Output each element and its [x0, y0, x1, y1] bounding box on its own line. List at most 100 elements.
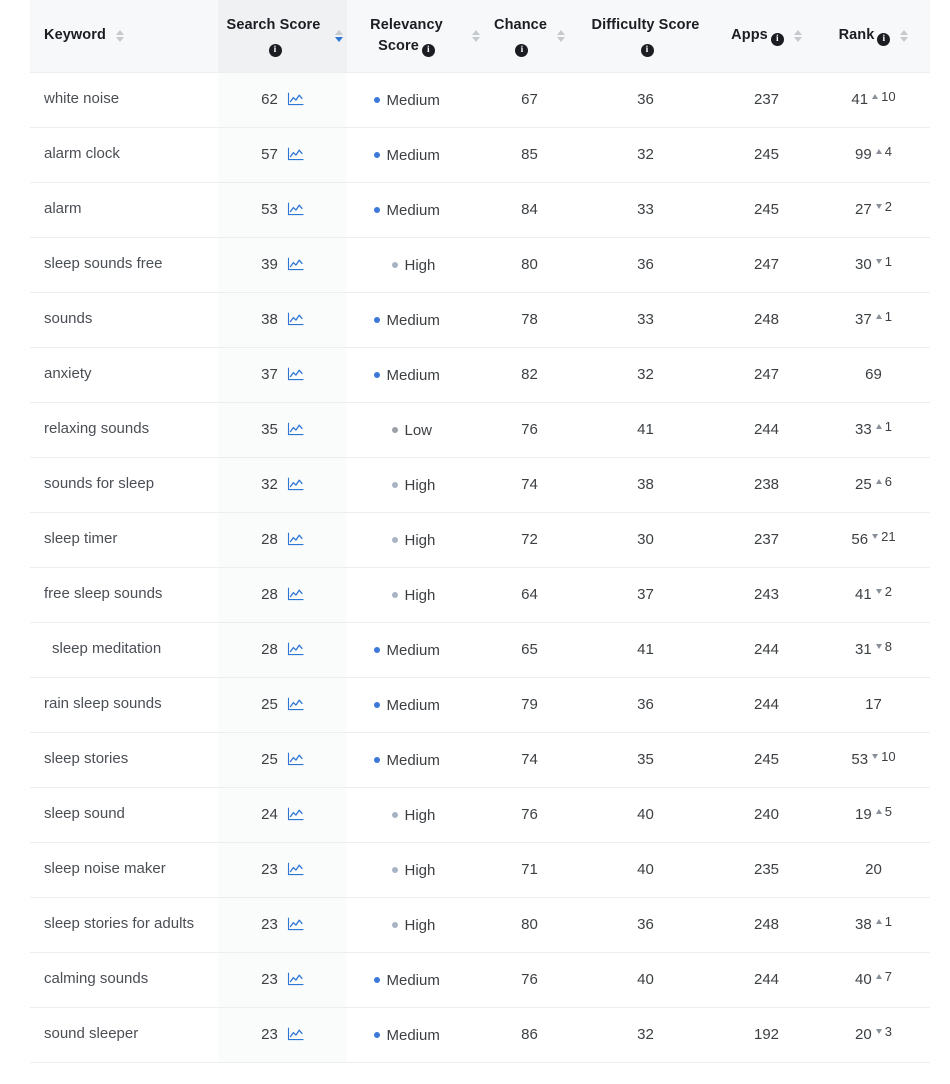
line-chart-icon[interactable]: [287, 202, 304, 217]
rank-value: 31: [855, 640, 872, 658]
line-chart-icon[interactable]: [287, 477, 304, 492]
column-header-relevancy-score[interactable]: Relevancy Score i: [347, 0, 484, 73]
table-row[interactable]: free sleep sounds 28 High 64 37 243 41 2: [30, 567, 930, 623]
line-chart-icon[interactable]: [287, 1027, 304, 1042]
table-row[interactable]: rain sleep sounds 25 Medium 79 36 244 17: [30, 677, 930, 733]
table-row[interactable]: sleep meditation 28 Medium 65 41 244 31 8: [30, 622, 930, 678]
line-chart-icon[interactable]: [287, 147, 304, 162]
table-row[interactable]: calming sounds 23 Medium 76 40 244 40 7: [30, 952, 930, 1008]
column-header-keyword[interactable]: Keyword: [30, 0, 218, 73]
line-chart-icon[interactable]: [287, 587, 304, 602]
relevancy-dot-icon: [391, 867, 398, 874]
relevancy-dot-icon: [391, 922, 398, 929]
rank-delta-value: 2: [884, 198, 892, 214]
relevancy-dot-icon: [373, 647, 380, 654]
line-chart-icon[interactable]: [287, 752, 304, 767]
cell-keyword[interactable]: anxiety: [30, 347, 218, 403]
sort-toggle-relevancy-score[interactable]: [472, 29, 480, 42]
info-icon-relevancy-score[interactable]: i: [421, 43, 435, 57]
line-chart-icon[interactable]: [287, 92, 304, 107]
sort-toggle-chance[interactable]: [556, 29, 565, 42]
relevancy-label: Medium: [386, 366, 440, 384]
rank-delta-value: 3: [884, 1023, 892, 1039]
cell-keyword[interactable]: free sleep sounds: [30, 567, 218, 623]
line-chart-icon[interactable]: [287, 697, 304, 712]
table-row[interactable]: sleep noise maker 23 High 71 40 235 20: [30, 842, 930, 898]
cell-difficulty-score: 35: [575, 732, 716, 788]
column-label-rank-text: Rank: [838, 27, 875, 44]
table-row[interactable]: sounds 38 Medium 78 33 248 37 1: [30, 292, 930, 348]
table-row[interactable]: white noise 62 Medium 67 36 237 41 10: [30, 72, 930, 128]
column-header-chance[interactable]: Chance i: [484, 0, 575, 73]
table-row[interactable]: sounds for sleep 32 High 74 38 238 25 6: [30, 457, 930, 513]
line-chart-icon[interactable]: [287, 312, 304, 327]
table-row[interactable]: sound sleeper 23 Medium 86 32 192 20 3: [30, 1007, 930, 1063]
cell-keyword[interactable]: white noise: [30, 72, 218, 128]
column-label-difficulty-score: Difficulty Score i: [592, 15, 700, 57]
cell-rank: 56 21: [817, 512, 930, 568]
table-row[interactable]: relaxing sounds 35 Low 76 41 244 33 1: [30, 402, 930, 458]
table-row[interactable]: alarm clock 57 Medium 85 32 245 99 4: [30, 127, 930, 183]
cell-apps: 235: [716, 842, 817, 898]
cell-apps: 245: [716, 182, 817, 238]
table-row[interactable]: alarm 53 Medium 84 33 245 27 2: [30, 182, 930, 238]
cell-apps: 244: [716, 402, 817, 458]
cell-keyword[interactable]: relaxing sounds: [30, 402, 218, 458]
column-header-difficulty-score[interactable]: Difficulty Score i: [575, 0, 716, 73]
line-chart-icon[interactable]: [287, 917, 304, 932]
search-score-value: 23: [261, 971, 278, 988]
sort-toggle-search-score[interactable]: [335, 29, 343, 42]
cell-relevancy-score: Medium: [347, 347, 484, 403]
line-chart-icon[interactable]: [287, 642, 304, 657]
cell-keyword[interactable]: sleep timer: [30, 512, 218, 568]
cell-keyword[interactable]: sleep sound: [30, 787, 218, 843]
cell-keyword[interactable]: sounds: [30, 292, 218, 348]
table-row[interactable]: sleep stories 25 Medium 74 35 245 53 10: [30, 732, 930, 788]
table-row[interactable]: sleep stories for adults 23 High 80 36 248 38 1: [30, 897, 930, 953]
cell-keyword[interactable]: sleep noise maker: [30, 842, 218, 898]
line-chart-icon[interactable]: [287, 422, 304, 437]
search-score-value: 37: [261, 366, 278, 383]
column-header-apps[interactable]: Apps i: [716, 0, 817, 73]
table-row[interactable]: sleep sounds free 39 High 80 36 247 30 1: [30, 237, 930, 293]
search-score-value: 53: [261, 201, 278, 218]
sort-toggle-rank[interactable]: [900, 29, 909, 42]
column-header-search-score[interactable]: Search Score i: [218, 0, 347, 73]
cell-apps: 244: [716, 952, 817, 1008]
column-header-rank[interactable]: Rank i: [817, 0, 930, 73]
cell-keyword[interactable]: calming sounds: [30, 952, 218, 1008]
cell-keyword[interactable]: alarm: [30, 182, 218, 238]
cell-rank: 69: [817, 347, 930, 403]
table-row[interactable]: sleep timer 28 High 72 30 237 56 21: [30, 512, 930, 568]
rank-delta-value: 2: [884, 583, 892, 599]
line-chart-icon[interactable]: [287, 367, 304, 382]
line-chart-icon[interactable]: [287, 807, 304, 822]
cell-keyword[interactable]: sound sleeper: [30, 1007, 218, 1063]
sort-toggle-apps[interactable]: [793, 29, 802, 42]
column-label-difficulty-score-text: Difficulty Score: [591, 16, 700, 33]
cell-keyword[interactable]: sleep stories for adults: [30, 897, 218, 953]
info-icon-chance[interactable]: i: [515, 43, 529, 57]
line-chart-icon[interactable]: [287, 862, 304, 877]
cell-keyword[interactable]: sleep sounds free: [30, 237, 218, 293]
cell-keyword[interactable]: sleep stories: [30, 732, 218, 788]
info-icon-difficulty-score[interactable]: i: [640, 43, 654, 57]
cell-difficulty-score: 37: [575, 567, 716, 623]
rank-value: 40: [855, 970, 872, 988]
keyword-table-container: Keyword Search Scorei Relevancy Score i …: [0, 0, 950, 1063]
info-icon-apps[interactable]: i: [770, 33, 784, 47]
line-chart-icon[interactable]: [287, 532, 304, 547]
line-chart-icon[interactable]: [287, 257, 304, 272]
line-chart-icon[interactable]: [287, 972, 304, 987]
info-icon-search-score[interactable]: i: [268, 43, 282, 57]
cell-keyword[interactable]: alarm clock: [30, 127, 218, 183]
sort-toggle-keyword[interactable]: [115, 29, 124, 42]
table-row[interactable]: sleep sound 24 High 76 40 240 19 5: [30, 787, 930, 843]
cell-keyword[interactable]: sounds for sleep: [30, 457, 218, 513]
cell-chance: 74: [484, 457, 575, 513]
cell-keyword[interactable]: rain sleep sounds: [30, 677, 218, 733]
rank-value: 20: [865, 861, 882, 878]
info-icon-rank[interactable]: i: [877, 33, 891, 47]
cell-keyword[interactable]: sleep meditation: [30, 622, 218, 678]
table-row[interactable]: anxiety 37 Medium 82 32 247 69: [30, 347, 930, 403]
